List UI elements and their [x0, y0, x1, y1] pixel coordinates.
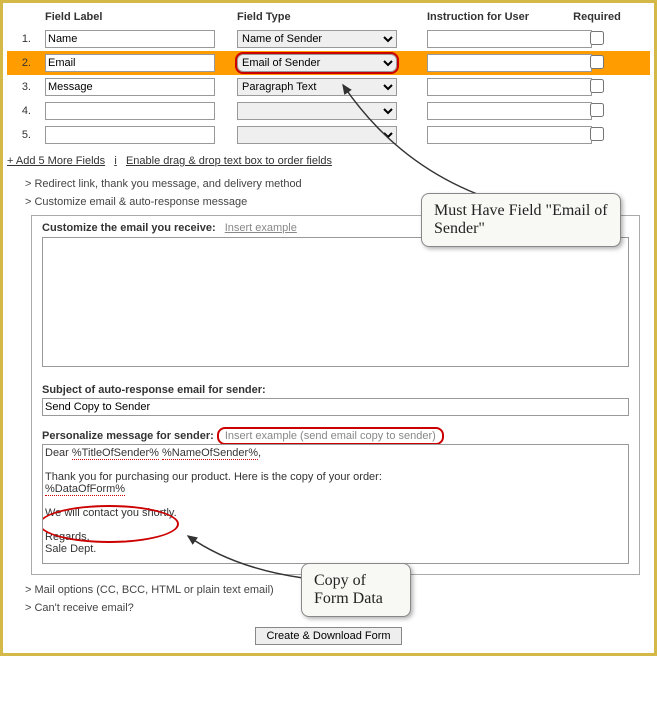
expander-redirect[interactable]: > Redirect link, thank you message, and …: [7, 175, 650, 193]
add-fields-link[interactable]: + Add 5 More Fields: [7, 155, 105, 167]
customize-email-textarea[interactable]: [42, 237, 629, 367]
personalize-textarea[interactable]: Dear %TitleOfSender% %NameOfSender%, Tha…: [42, 444, 629, 564]
required-checkbox[interactable]: [590, 79, 604, 93]
enable-drag-link[interactable]: Enable drag & drop text box to order fie…: [126, 155, 332, 167]
callout-copy-data: Copy of Form Data: [301, 563, 411, 617]
personalize-label: Personalize message for sender:: [42, 430, 214, 442]
field-label-input[interactable]: [45, 54, 215, 72]
customize-box: Customize the email you receive: Insert …: [31, 215, 640, 575]
field-type-select[interactable]: Paragraph Text: [237, 78, 397, 96]
required-checkbox[interactable]: [590, 103, 604, 117]
subject-input[interactable]: [42, 398, 629, 416]
field-label-input[interactable]: [45, 126, 215, 144]
field-type-select[interactable]: [237, 126, 397, 144]
create-download-button[interactable]: Create & Download Form: [255, 627, 401, 645]
header-field-type: Field Type: [217, 11, 397, 23]
row-number: 3.: [7, 81, 37, 93]
column-headers: Field Label Field Type Instruction for U…: [7, 7, 650, 27]
header-instruction: Instruction for User: [397, 11, 567, 23]
field-row-1: 1. Name of Sender: [7, 27, 650, 51]
field-label-input[interactable]: [45, 30, 215, 48]
required-checkbox[interactable]: [590, 55, 604, 69]
subject-label: Subject of auto-response email for sende…: [42, 384, 629, 396]
customize-email-label: Customize the email you receive:: [42, 222, 216, 234]
field-type-select[interactable]: Name of Sender: [237, 30, 397, 48]
personalize-insert-link[interactable]: Insert example (send email copy to sende…: [217, 427, 444, 445]
callout-must-have: Must Have Field "Email of Sender": [421, 193, 621, 247]
row-number: 2.: [7, 57, 37, 69]
info-icon: i: [114, 155, 116, 167]
row-number: 1.: [7, 33, 37, 45]
field-row-4: 4.: [7, 99, 650, 123]
field-type-select[interactable]: [237, 102, 397, 120]
field-label-input[interactable]: [45, 102, 215, 120]
field-row-3: 3. Paragraph Text: [7, 75, 650, 99]
insert-example-link[interactable]: Insert example: [219, 222, 297, 234]
field-row-2: 2. Email of Sender: [7, 51, 650, 75]
field-row-5: 5.: [7, 123, 650, 147]
header-required: Required: [567, 11, 627, 23]
field-type-select[interactable]: Email of Sender: [237, 54, 397, 72]
links-row: + Add 5 More Fields i Enable drag & drop…: [7, 147, 650, 175]
required-checkbox[interactable]: [590, 31, 604, 45]
row-number: 4.: [7, 105, 37, 117]
header-field-label: Field Label: [37, 11, 217, 23]
field-label-input[interactable]: [45, 78, 215, 96]
required-checkbox[interactable]: [590, 127, 604, 141]
row-number: 5.: [7, 129, 37, 141]
